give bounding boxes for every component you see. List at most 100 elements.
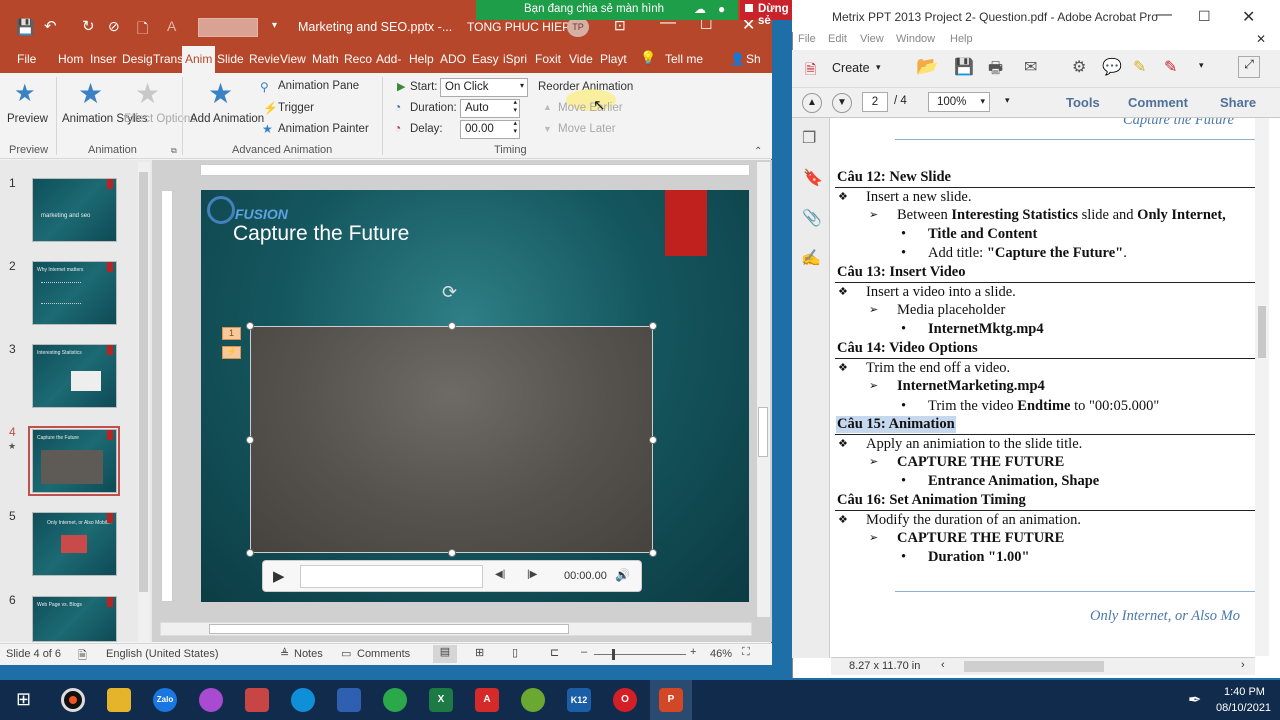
slide-thumbnail-3[interactable]: Interesting Statistics [32, 344, 117, 408]
open-folder-icon[interactable]: 📂 [916, 56, 938, 77]
clock-date[interactable]: 08/10/2021 [1216, 702, 1271, 714]
tab-help[interactable]: Help [409, 52, 434, 66]
chevron-down-icon[interactable]: ▾ [1199, 60, 1204, 71]
unikey-icon[interactable] [521, 688, 545, 712]
comments-button[interactable]: Comments [357, 648, 410, 660]
animation-pane-button[interactable]: Animation Pane [278, 80, 359, 92]
avatar[interactable]: TP [567, 17, 589, 37]
notes-button[interactable]: Notes [294, 648, 323, 660]
clock-time[interactable]: 1:40 PM [1224, 686, 1265, 698]
slideshow-icon[interactable]: ⊏ [550, 646, 559, 659]
scrollbar-thumb[interactable] [209, 624, 569, 634]
bookmark-icon[interactable]: 🔖 [803, 168, 823, 188]
tab-recording[interactable]: Reco [344, 52, 372, 66]
slide-thumbnail-5[interactable]: Only Internet, or Also Mobile? [32, 512, 117, 576]
powerpoint-icon[interactable]: P [659, 688, 683, 712]
normal-view-icon[interactable]: ▤ [433, 645, 457, 663]
spellcheck-icon[interactable]: 🗎 [78, 647, 87, 666]
tab-view[interactable]: View [280, 52, 306, 66]
create-pdf-icon[interactable]: 🗎 [805, 59, 816, 83]
zoom-level[interactable]: 46% [710, 648, 732, 660]
chevron-down-icon[interactable]: ▾ [1005, 95, 1010, 106]
slide-thumbnail-6[interactable]: Web Page vs. Blogs [32, 596, 117, 642]
resize-handle[interactable] [246, 322, 254, 330]
skip-forward-icon[interactable]: |▶ [527, 569, 537, 580]
save-app-icon[interactable] [337, 688, 361, 712]
slide-thumbnail-1[interactable]: marketing and seo [32, 178, 117, 242]
slide-thumbnail-4[interactable]: Capture the Future [32, 429, 117, 493]
canvas-vscroll[interactable] [757, 162, 770, 617]
tab-home[interactable]: Hom [58, 52, 83, 66]
resize-handle[interactable] [649, 549, 657, 557]
tab-review[interactable]: Revie [249, 52, 280, 66]
slide-title[interactable]: Capture the Future [233, 222, 409, 246]
play-icon[interactable]: ▶ [273, 567, 285, 585]
thumbs-scrollbar[interactable] [138, 162, 150, 642]
touch-mode-icon[interactable]: ⊘ [108, 18, 120, 35]
font-color-icon[interactable]: A [167, 18, 176, 34]
tab-playback[interactable]: Playt [600, 52, 627, 66]
comments-icon[interactable]: ▭ [341, 647, 351, 660]
animation-styles-button[interactable]: Animation Styles [62, 112, 148, 126]
resize-handle[interactable] [649, 436, 657, 444]
dialog-launcher-icon[interactable]: ⧉ [171, 146, 177, 156]
collapse-ribbon-icon[interactable]: ⌃ [754, 146, 762, 157]
question-heading-selected[interactable]: Câu 15: Animation [836, 416, 956, 433]
tab-easy[interactable]: Easy [472, 52, 499, 66]
expand-icon[interactable]: ⤢ [1238, 56, 1260, 78]
chrome-icon[interactable] [383, 688, 407, 712]
move-later-button[interactable]: Move Later [558, 123, 616, 135]
share-icon[interactable]: 👤 [730, 52, 745, 66]
notes-icon[interactable]: ≜ [280, 647, 289, 660]
animation-painter-button[interactable]: Animation Painter [278, 123, 369, 135]
delay-stepper[interactable]: 00.00 ▴ ▾ [460, 120, 520, 139]
animation-tag-trigger-icon[interactable]: ⚡ [222, 346, 241, 359]
acrobat-icon[interactable]: A [475, 688, 499, 712]
opera-icon[interactable]: O [613, 688, 637, 712]
trigger-button[interactable]: Trigger [278, 102, 314, 114]
preview-star-icon[interactable]: ★ [14, 79, 36, 108]
prev-page-icon[interactable]: ▲ [802, 93, 822, 113]
zoom-out-icon[interactable]: – [581, 646, 587, 658]
comment-pane-button[interactable]: Comment [1128, 95, 1188, 110]
skip-back-icon[interactable]: ◀| [495, 569, 505, 580]
resize-handle[interactable] [448, 322, 456, 330]
volume-icon[interactable]: 🔊 [615, 568, 630, 582]
language-status[interactable]: English (United States) [106, 648, 219, 660]
tab-slideshow[interactable]: Slide [217, 52, 244, 66]
tab-math[interactable]: Math [312, 52, 339, 66]
menu-edit[interactable]: Edit [828, 33, 847, 45]
trigger-icon[interactable]: ⚡ [263, 101, 278, 115]
tab-addins[interactable]: Add- [376, 52, 401, 66]
record-icon[interactable] [61, 688, 85, 712]
comment-bubble-icon[interactable]: 💬 [1102, 57, 1122, 77]
scrollbar-thumb[interactable] [139, 172, 148, 592]
tell-me-box[interactable]: Tell me [665, 52, 703, 66]
stepper-arrows-icon[interactable]: ▴ ▾ [513, 120, 517, 136]
move-earlier-button[interactable]: Move Earlier [558, 102, 623, 114]
stepper-arrows-icon[interactable]: ▴ ▾ [513, 99, 517, 115]
add-animation-button[interactable]: Add Animation [190, 112, 264, 126]
create-button[interactable]: Create [832, 61, 870, 75]
zoom-in-icon[interactable]: + [690, 646, 696, 658]
rotate-handle-icon[interactable]: ⟳ [442, 282, 457, 303]
menu-view[interactable]: View [860, 33, 884, 45]
share-pane-button[interactable]: Share [1220, 95, 1256, 110]
slide-sorter-icon[interactable]: ⊞ [475, 646, 484, 659]
animation-painter-icon[interactable]: ★ [262, 122, 273, 136]
tab-ispring[interactable]: iSpri [503, 52, 527, 66]
redo-icon[interactable]: ↻ [82, 17, 95, 35]
tools-pane-button[interactable]: Tools [1066, 95, 1100, 110]
animation-styles-icon[interactable]: ★ [78, 77, 103, 110]
zoom-slider[interactable] [594, 649, 686, 660]
next-page-icon[interactable]: ▼ [832, 93, 852, 113]
customize-qat-icon[interactable]: ▾ [272, 20, 277, 31]
preview-button[interactable]: Preview [7, 112, 48, 126]
print-preview-icon[interactable]: 🗋 [137, 18, 148, 42]
quick-font-combobox[interactable] [198, 18, 258, 37]
excel-icon[interactable]: X [429, 688, 453, 712]
animation-pane-icon[interactable]: ⚲ [260, 80, 269, 94]
print-icon[interactable]: 🖶 [988, 57, 1003, 84]
minimize-icon[interactable]: — [1156, 6, 1172, 24]
resize-handle[interactable] [246, 549, 254, 557]
